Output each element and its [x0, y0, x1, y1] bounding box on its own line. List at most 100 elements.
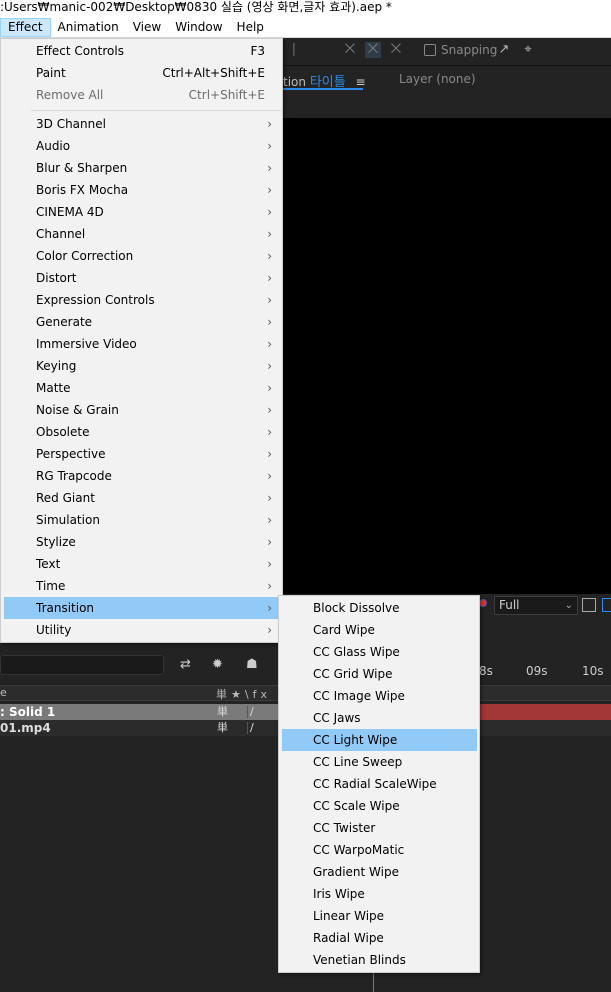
menu-item-audio[interactable]: Audio ›	[4, 135, 280, 157]
snapping-checkbox[interactable]	[424, 44, 436, 56]
submenu-item-gradient-wipe[interactable]: Gradient Wipe	[282, 861, 477, 883]
submenu-item-cc-warpomatic[interactable]: CC WarpoMatic	[282, 839, 477, 861]
menu-item-expression-controls[interactable]: Expression Controls ›	[4, 289, 280, 311]
panel-edge-icon: ∣	[290, 42, 298, 57]
menu-item-transition[interactable]: Transition ›	[4, 597, 280, 619]
menu-item-keying[interactable]: Keying ›	[4, 355, 280, 377]
menu-separator	[31, 110, 281, 111]
frame-icon[interactable]: ⌖	[520, 42, 536, 58]
submenu-item-cc-line-sweep[interactable]: CC Line Sweep	[282, 751, 477, 773]
comp-flowchart-icon[interactable]: ⇄	[180, 657, 191, 672]
shy-switch-icon[interactable]: 単	[217, 704, 228, 720]
ruler-label: 8s	[479, 664, 493, 678]
menu-item-obsolete[interactable]: Obsolete ›	[4, 421, 280, 443]
tab-active-underline	[283, 88, 363, 90]
tab-menu-icon[interactable]: ≡	[356, 75, 366, 89]
submenu-item-cc-twister[interactable]: CC Twister	[282, 817, 477, 839]
menu-view[interactable]: View	[126, 18, 168, 37]
menu-item-label: Color Correction	[36, 249, 134, 263]
submenu-item-iris-wipe[interactable]: Iris Wipe	[282, 883, 477, 905]
menu-item-boris-fx-mocha[interactable]: Boris FX Mocha ›	[4, 179, 280, 201]
menu-effect[interactable]: Effect	[0, 17, 51, 37]
menu-item-perspective[interactable]: Perspective ›	[4, 443, 280, 465]
menu-item-distort[interactable]: Distort ›	[4, 267, 280, 289]
chevron-right-icon: ›	[267, 491, 272, 505]
chevron-right-icon: ›	[267, 403, 272, 417]
transparency-grid-icon[interactable]	[602, 598, 611, 612]
submenu-item-cc-radial-scalewipe[interactable]: CC Radial ScaleWipe	[282, 773, 477, 795]
chevron-right-icon: ›	[267, 447, 272, 461]
submenu-item-cc-light-wipe[interactable]: CC Light Wipe	[282, 729, 477, 751]
menu-item-label: Stylize	[36, 535, 76, 549]
shy-switch-icon[interactable]: 単	[217, 720, 228, 736]
layer-name: : Solid 1	[0, 705, 56, 719]
submenu-item-label: CC Twister	[313, 821, 376, 835]
menu-item-red-giant[interactable]: Red Giant ›	[4, 487, 280, 509]
submenu-item-label: CC WarpoMatic	[313, 843, 405, 857]
submenu-item-venetian-blinds[interactable]: Venetian Blinds	[282, 949, 477, 971]
axis-icon[interactable]: ⨉	[342, 42, 358, 58]
submenu-item-block-dissolve[interactable]: Block Dissolve	[282, 597, 477, 619]
draft-3d-icon[interactable]: ✹	[212, 657, 223, 672]
menu-item-channel[interactable]: Channel ›	[4, 223, 280, 245]
transition-submenu: Block Dissolve Card Wipe CC Glass Wipe CC G…	[278, 595, 480, 973]
timeline-search-input[interactable]	[0, 655, 164, 675]
menu-item-label: CINEMA 4D	[36, 205, 104, 219]
submenu-item-card-wipe[interactable]: Card Wipe	[282, 619, 477, 641]
world-axis-icon[interactable]: ⨉	[388, 42, 404, 58]
chevron-right-icon: ›	[267, 557, 272, 571]
snapping-label: Snapping	[441, 43, 498, 57]
menu-item-rg-trapcode[interactable]: RG Trapcode ›	[4, 465, 280, 487]
chevron-right-icon: ›	[267, 579, 272, 593]
submenu-item-label: CC Image Wipe	[313, 689, 405, 703]
chevron-right-icon: ›	[267, 227, 272, 241]
menu-item-label: Generate	[36, 315, 93, 329]
submenu-item-cc-image-wipe[interactable]: CC Image Wipe	[282, 685, 477, 707]
shy-layers-icon[interactable]: ☗	[246, 657, 258, 672]
tab-layer[interactable]: Layer (none)	[399, 72, 476, 86]
resolution-select[interactable]: Full ⌄	[494, 596, 578, 615]
menu-item-blur-and-sharpen[interactable]: Blur & Sharpen ›	[4, 157, 280, 179]
menu-item-label: Matte	[36, 381, 71, 395]
menu-item-generate[interactable]: Generate ›	[4, 311, 280, 333]
submenu-item-cc-jaws[interactable]: CC Jaws	[282, 707, 477, 729]
expand-icon[interactable]: ↗	[496, 42, 512, 58]
menu-item-paint[interactable]: Paint Ctrl+Alt+Shift+E	[4, 62, 280, 84]
menu-item-text[interactable]: Text ›	[4, 553, 280, 575]
submenu-item-label: Block Dissolve	[313, 601, 400, 615]
submenu-item-cc-grid-wipe[interactable]: CC Grid Wipe	[282, 663, 477, 685]
color-wheel-icon[interactable]	[479, 599, 487, 607]
menu-item-3d-channel[interactable]: 3D Channel ›	[4, 113, 280, 135]
submenu-item-cc-glass-wipe[interactable]: CC Glass Wipe	[282, 641, 477, 663]
switches-header: 単★\fx	[216, 688, 271, 701]
window-title: :Users₩manic-002₩Desktop₩0830 실습 (영상 화면,…	[0, 0, 611, 17]
submenu-item-label: Iris Wipe	[313, 887, 365, 901]
menu-item-stylize[interactable]: Stylize ›	[4, 531, 280, 553]
submenu-item-label: CC Grid Wipe	[313, 667, 393, 681]
composition-viewer[interactable]	[283, 118, 611, 594]
chevron-right-icon: ›	[267, 513, 272, 527]
region-of-interest-icon[interactable]	[582, 598, 596, 612]
menu-item-color-correction[interactable]: Color Correction ›	[4, 245, 280, 267]
layer-duration-bar[interactable]	[479, 704, 611, 720]
menu-item-immersive-video[interactable]: Immersive Video ›	[4, 333, 280, 355]
menu-item-effect-controls[interactable]: Effect Controls F3	[4, 40, 280, 62]
menu-item-simulation[interactable]: Simulation ›	[4, 509, 280, 531]
menu-item-matte[interactable]: Matte ›	[4, 377, 280, 399]
menu-item-time[interactable]: Time ›	[4, 575, 280, 597]
menu-item-noise-and-grain[interactable]: Noise & Grain ›	[4, 399, 280, 421]
menu-item-cinema-4d[interactable]: CINEMA 4D ›	[4, 201, 280, 223]
local-axis-icon[interactable]: ⨉	[365, 42, 381, 58]
menu-item-label: Blur & Sharpen	[36, 161, 128, 175]
menu-animation[interactable]: Animation	[51, 18, 126, 37]
menu-item-label: Keying	[36, 359, 77, 373]
submenu-item-radial-wipe[interactable]: Radial Wipe	[282, 927, 477, 949]
submenu-item-label: CC Light Wipe	[313, 733, 398, 747]
menu-window[interactable]: Window	[168, 18, 229, 37]
submenu-item-label: Linear Wipe	[313, 909, 385, 923]
menu-item-utility[interactable]: Utility ›	[4, 619, 280, 641]
menu-help[interactable]: Help	[230, 18, 271, 37]
tab-composition-prefix: tion	[283, 75, 306, 89]
submenu-item-linear-wipe[interactable]: Linear Wipe	[282, 905, 477, 927]
submenu-item-cc-scale-wipe[interactable]: CC Scale Wipe	[282, 795, 477, 817]
